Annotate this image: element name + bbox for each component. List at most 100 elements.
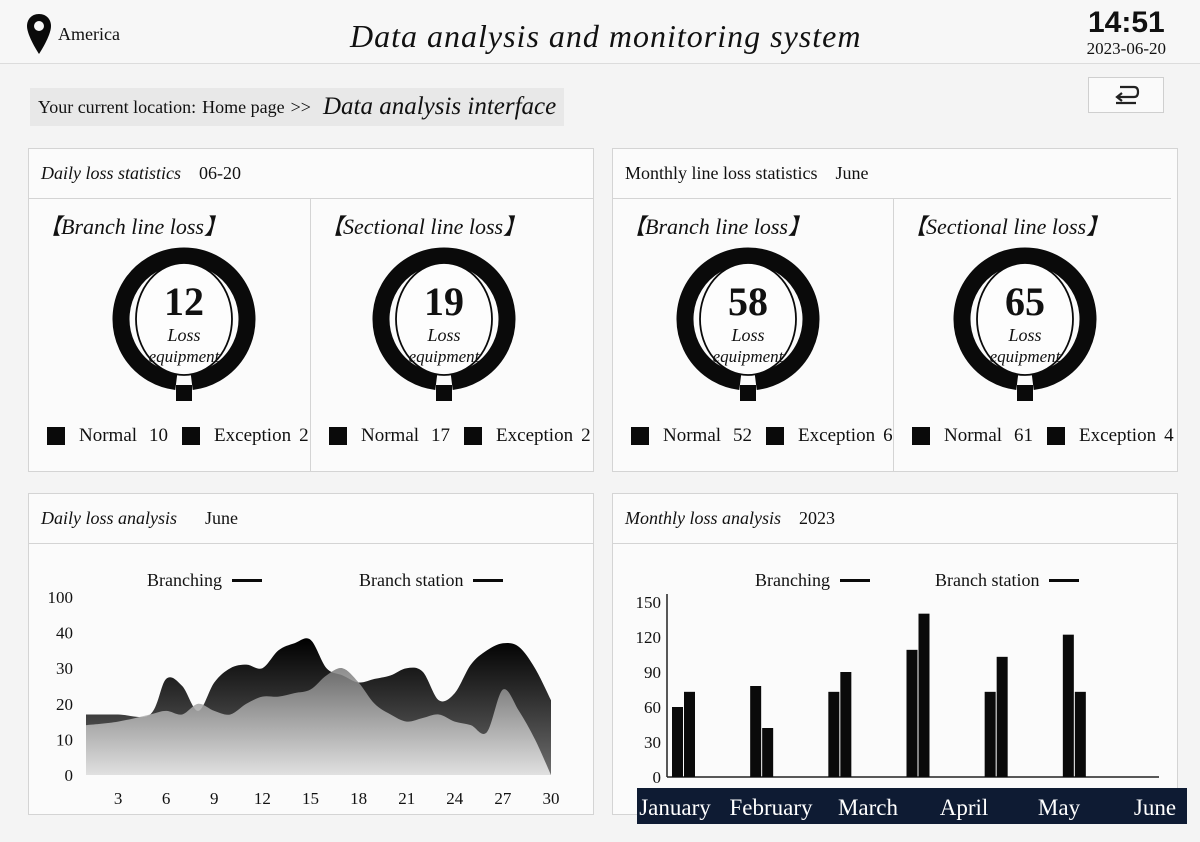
exception-swatch [464,427,483,445]
breadcrumb-home-link[interactable]: Home page [202,97,284,118]
exception-label: Exception [496,425,574,446]
y-tick-label: 0 [653,768,662,786]
x-tick-label: 12 [254,789,271,808]
y-tick-label: 30 [56,659,73,678]
equipment-label: equipment [148,347,220,366]
x-tick-label: 27 [494,789,512,808]
normal-label: Normal [79,425,138,446]
normal-swatch [47,427,65,445]
exception-swatch [766,427,785,445]
breadcrumb: Your current location: Home page >> Data… [30,88,565,126]
bar-branching [984,691,996,777]
branch-line-loss-card: 【Branch line loss】 58 Loss equipment Nor… [613,199,893,471]
panel-title: Monthly loss analysis [625,508,781,528]
exception-value: 2 [299,425,309,446]
x-category-label: April [940,795,989,820]
loss-count: 65 [1005,279,1045,324]
loss-label: Loss [1008,325,1042,345]
bar-branching [750,686,762,777]
normal-label: Normal [944,425,1003,446]
status-legend: Normal 17 Exception 2 [329,425,605,447]
bar-branching [672,707,683,777]
y-tick-label: 60 [644,698,661,717]
normal-value: 10 [149,425,169,446]
daily-loss-analysis-panel: Daily loss analysis June Branching Branc… [28,493,594,815]
panel-title: Monthly line loss statistics [625,163,818,183]
loss-count: 58 [728,279,768,324]
exception-value: 4 [1164,425,1174,446]
loss-donut: 65 Loss equipment [950,237,1100,415]
bar-branch-station [918,613,930,777]
breadcrumb-current: Data analysis interface [322,93,557,120]
status-legend: Normal 10 Exception 2 [47,425,323,447]
daily-loss-area-chart: 0 10 20 30 40 100 3 6 9 12 15 18 21 24 27 30 [48,588,560,808]
monthly-loss-analysis-panel: Monthly loss analysis 2023 Branching Bra… [612,493,1178,815]
y-tick-label: 40 [56,624,73,643]
normal-label: Normal [361,425,420,446]
panel-period: 06-20 [199,163,242,183]
daily-loss-statistics-panel: Daily loss statistics 06-20 【Branch line… [28,148,594,472]
month-axis-labels: January February March April May June [639,795,1176,820]
x-category-label: January [639,795,711,820]
panel-header: Daily loss analysis June [29,494,593,544]
clock-date: 2023-06-20 [1086,39,1166,58]
normal-value: 17 [431,425,451,446]
breadcrumb-prefix: Your current location: [38,96,197,117]
status-legend: Normal 61 Exception 4 [912,425,1188,447]
exception-label: Exception [798,425,876,446]
equipment-label: equipment [989,347,1061,366]
x-tick-label: 15 [302,789,319,808]
bar-branching [1062,634,1074,777]
x-tick-label: 6 [162,789,171,808]
panel-header: Monthly line loss statistics June [613,149,1171,199]
return-icon [1115,85,1140,105]
exception-label: Exception [214,425,292,446]
panel-header: Daily loss statistics 06-20 [29,149,593,199]
panel-period: June [205,508,239,528]
normal-label: Normal [663,425,722,446]
y-tick-label: 10 [56,730,73,749]
sectional-line-loss-card: 【Sectional line loss】 65 Loss equipment … [893,199,1177,471]
exception-value: 6 [883,425,893,446]
sectional-line-loss-card: 【Sectional line loss】 19 Loss equipment … [310,199,593,471]
loss-label: Loss [167,325,201,345]
y-tick-label: 0 [65,766,74,785]
panel-header: Monthly loss analysis 2023 [613,494,1177,544]
x-category-label: May [1038,795,1081,820]
normal-swatch [631,427,649,445]
bar-branch-station [762,728,774,777]
clock-time: 14:51 [1087,6,1165,39]
y-tick-label: 120 [636,628,662,647]
panel-period: June [835,163,869,183]
clock: 14:51 2023-06-20 [1087,6,1166,58]
panel-title: Daily loss analysis [41,508,178,528]
panel-period: 2023 [799,508,835,528]
y-tick-label: 20 [56,695,73,714]
status-legend: Normal 52 Exception 6 [631,425,907,447]
monthly-loss-bar-chart: 0 30 60 90 120 150 [636,593,1159,786]
map-pin-icon [27,14,51,54]
y-tick-label: 90 [644,663,661,682]
bar-branching [906,649,918,777]
exception-swatch [1047,427,1066,445]
back-button[interactable] [1088,77,1164,113]
monthly-line-loss-statistics-panel: Monthly line loss statistics June 【Branc… [612,148,1178,472]
bar-branching [828,691,840,777]
region-label: America [58,24,120,44]
x-tick-label: 30 [543,789,560,808]
y-tick-label: 150 [636,593,662,612]
x-tick-label: 9 [210,789,219,808]
equipment-label: equipment [408,347,480,366]
donut-gap-marker [740,385,756,401]
bar-branch-station [1074,691,1086,777]
donut-gap-marker [1017,385,1033,401]
breadcrumb-separator: >> [290,96,311,117]
loss-donut: 58 Loss equipment [673,237,823,415]
y-tick-label: 100 [48,588,74,607]
x-tick-label: 24 [446,789,464,808]
x-tick-label: 18 [350,789,367,808]
bar-branch-station [684,691,695,777]
app-header: America Data analysis and monitoring sys… [0,0,1200,64]
normal-value: 52 [733,425,753,446]
month-axis-bar: January February March April May June [637,788,1187,824]
